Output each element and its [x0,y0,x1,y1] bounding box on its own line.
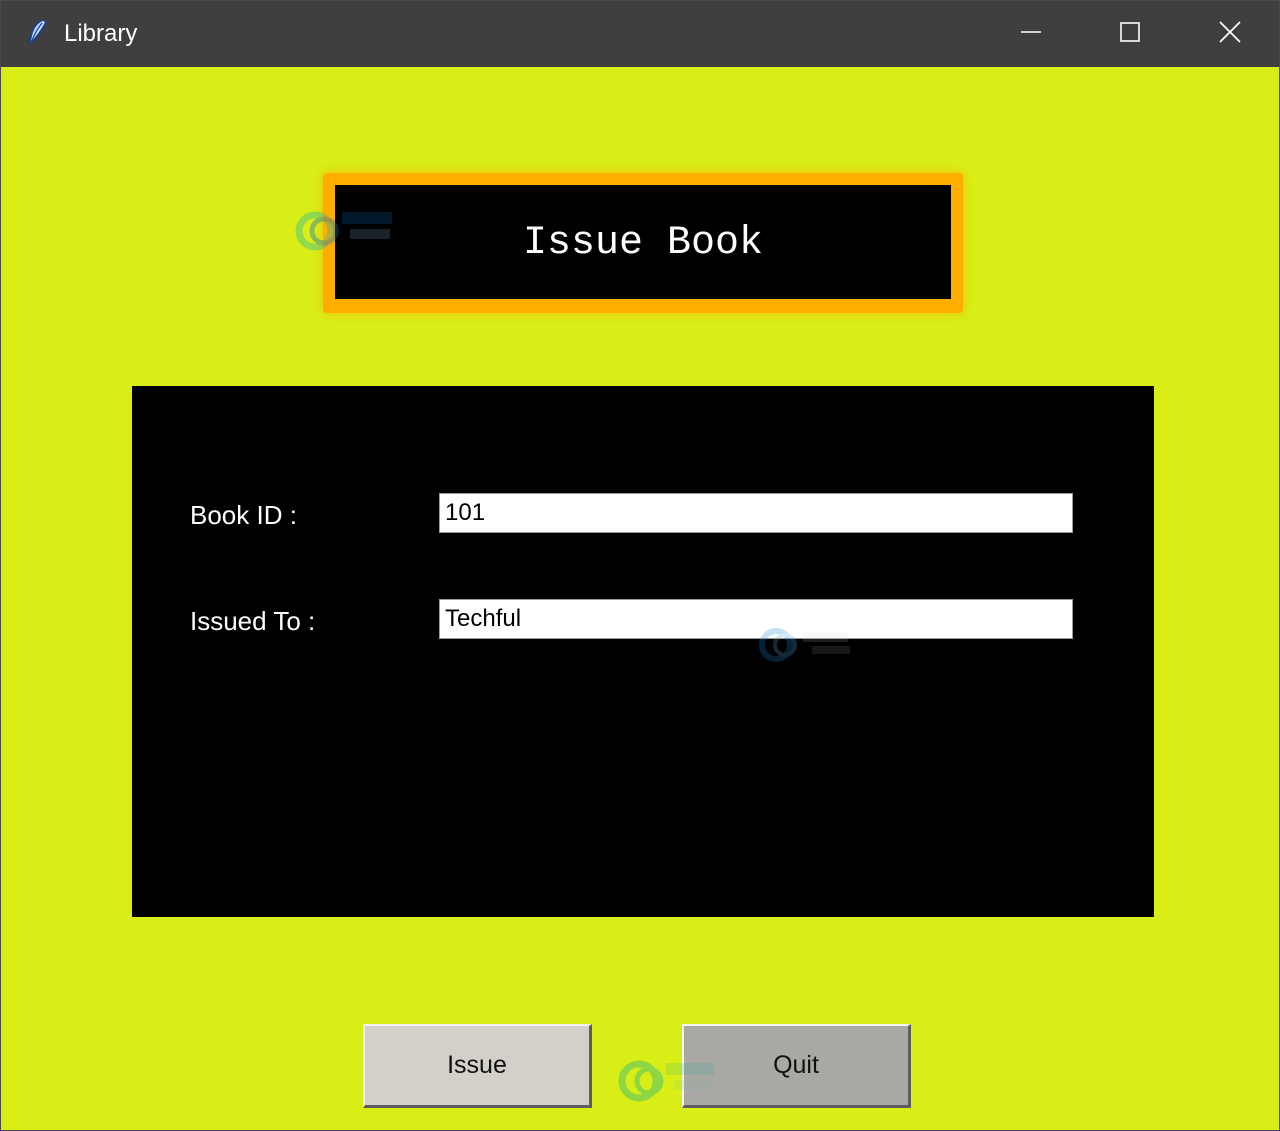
library-window: Library Issue Book Book ID: 101 Issued … [0,0,1280,1131]
feather-icon [27,19,49,47]
window-title: Library [64,20,138,47]
title-bar[interactable]: Library [1,1,1279,67]
minimize-icon [1019,20,1043,48]
book-id-label: Book ID : [190,500,297,530]
maximize-icon [1118,20,1142,48]
header-panel: Issue Book [335,185,951,299]
minimize-button[interactable] [981,1,1081,67]
maximize-button[interactable] [1080,1,1180,67]
issue-form-panel: Book ID : Issued To : [132,386,1154,917]
issued-to-label: Issued To : [190,606,316,636]
issued-to-input[interactable] [439,599,1073,639]
book-id-input[interactable] [439,493,1073,533]
issue-button[interactable]: Issue [363,1024,592,1108]
quit-button[interactable]: Quit [682,1024,911,1108]
page-title: Issue Book [522,221,764,266]
close-button[interactable] [1180,1,1279,67]
close-icon [1217,19,1243,49]
